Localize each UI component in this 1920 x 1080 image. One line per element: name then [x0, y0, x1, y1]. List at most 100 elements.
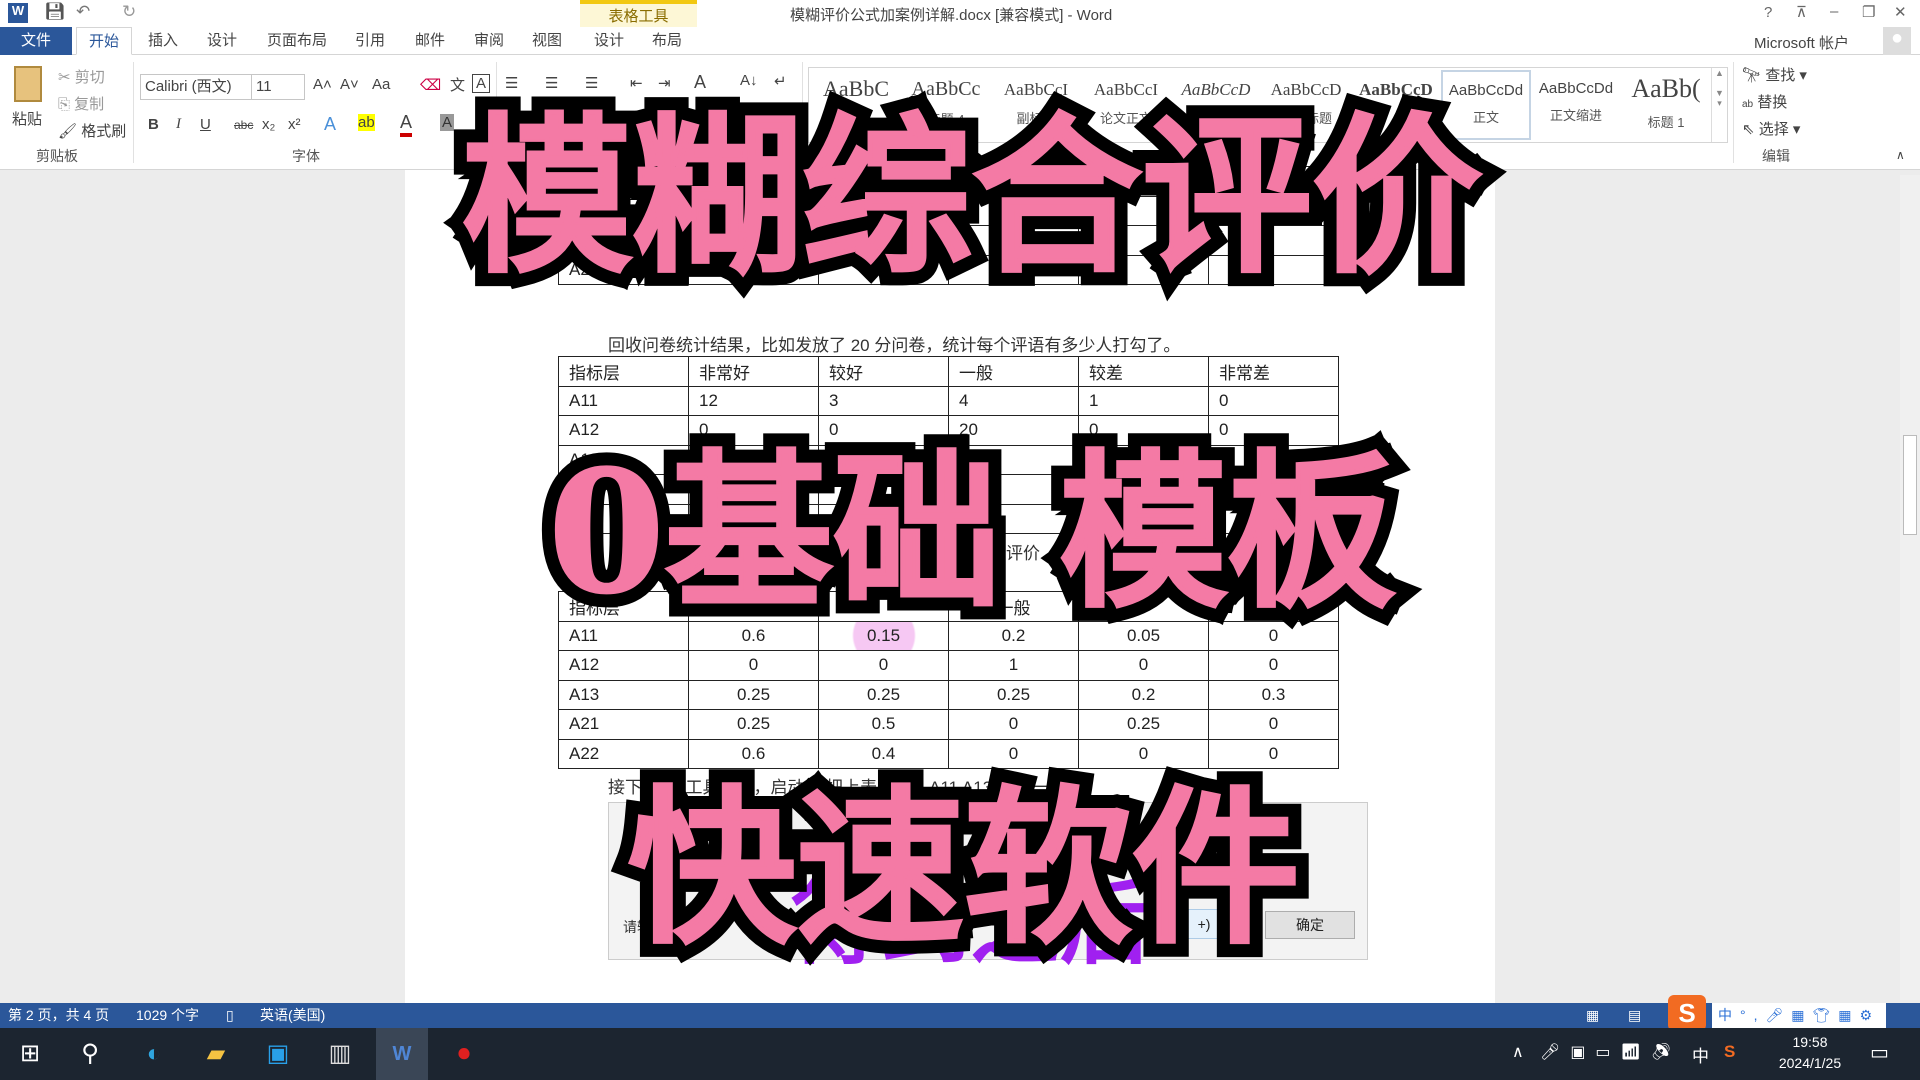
- table-cell[interactable]: 4: [948, 385, 1079, 416]
- font-name-select[interactable]: Calibri (西文): [140, 74, 252, 100]
- paste-icon[interactable]: [14, 66, 42, 102]
- table-cell[interactable]: 0.25: [818, 679, 949, 710]
- increase-indent-icon[interactable]: ⇥: [658, 74, 671, 92]
- table-cell[interactable]: 0: [1078, 650, 1209, 681]
- tray-icons[interactable]: 🎤︎▣▭📶︎🔊︎: [1540, 1042, 1681, 1062]
- vertical-scrollbar[interactable]: [1900, 175, 1920, 1000]
- table-cell[interactable]: 0.25: [688, 679, 819, 710]
- table-cell[interactable]: 1: [948, 650, 1079, 681]
- multilevel-list-icon[interactable]: ☰: [585, 74, 598, 92]
- maximize-button[interactable]: ❐: [1862, 3, 1875, 21]
- header-cell[interactable]: 一般: [948, 356, 1079, 387]
- copy-button[interactable]: ⎘ 复制: [58, 93, 104, 114]
- table-cell[interactable]: 0.6: [688, 738, 819, 769]
- paste-button[interactable]: 粘贴: [12, 108, 42, 129]
- table-cell[interactable]: 3: [818, 385, 949, 416]
- sort-icon[interactable]: A↓: [740, 72, 758, 89]
- window-app-icon[interactable]: ▥: [314, 1028, 366, 1080]
- gallery-scroll[interactable]: ▲ ▼ ▾: [1711, 68, 1727, 142]
- change-case-icon[interactable]: Aa: [372, 76, 390, 93]
- asian-layout-icon[interactable]: A: [694, 72, 706, 93]
- table-cell[interactable]: 0.4: [818, 738, 949, 769]
- tab-design[interactable]: 设计: [199, 27, 245, 55]
- header-cell[interactable]: 指标层: [558, 356, 689, 387]
- scrollbar-thumb[interactable]: [1903, 435, 1917, 535]
- clock-time[interactable]: 19:58: [1770, 1034, 1850, 1050]
- tab-table-design[interactable]: 设计: [586, 27, 632, 55]
- help-button[interactable]: ?: [1764, 4, 1772, 21]
- sogou-tray-icon[interactable]: S: [1724, 1042, 1735, 1062]
- table-cell[interactable]: A13: [558, 679, 689, 710]
- notification-icon[interactable]: ▭: [1870, 1040, 1889, 1065]
- table-cell[interactable]: 0: [688, 650, 819, 681]
- style-normal-indent[interactable]: AaBbCcDd 正文缩进: [1531, 70, 1621, 140]
- tab-view[interactable]: 视图: [524, 27, 570, 55]
- edge-icon[interactable]: ◐: [128, 1028, 180, 1080]
- strikethrough-button[interactable]: abc: [234, 118, 253, 132]
- search-icon[interactable]: ⚲: [64, 1028, 116, 1080]
- font-size-select[interactable]: 11: [251, 74, 305, 100]
- recorder-icon[interactable]: ⏺: [438, 1028, 490, 1080]
- save-icon[interactable]: 💾︎: [44, 2, 66, 22]
- style-heading-1[interactable]: AaBb(标题 1: [1621, 70, 1711, 140]
- ime-indicator[interactable]: 中: [1692, 1042, 1709, 1067]
- tab-mailings[interactable]: 邮件: [407, 27, 453, 55]
- table-cell[interactable]: 0: [1208, 385, 1339, 416]
- numbering-icon[interactable]: ☰: [545, 74, 558, 92]
- proofing-icon[interactable]: ▯: [226, 1003, 234, 1028]
- table-cell[interactable]: 0: [1208, 709, 1339, 740]
- language-indicator[interactable]: 英语(美国): [260, 1003, 325, 1028]
- redo-icon[interactable]: ↻: [122, 2, 136, 22]
- table-cell[interactable]: A11: [558, 385, 689, 416]
- table-cell[interactable]: A12: [558, 650, 689, 681]
- undo-icon[interactable]: ↶: [76, 2, 90, 22]
- tab-layout-page[interactable]: 页面布局: [262, 27, 332, 55]
- show-marks-icon[interactable]: ↵: [774, 72, 787, 90]
- tab-references[interactable]: 引用: [347, 27, 393, 55]
- table-cell[interactable]: 0: [818, 650, 949, 681]
- collapse-ribbon-icon[interactable]: ∧: [1896, 148, 1905, 162]
- replace-button[interactable]: ab 替换: [1742, 91, 1787, 112]
- avatar[interactable]: ●: [1883, 27, 1911, 55]
- print-layout-icon[interactable]: ▤: [1628, 1003, 1641, 1028]
- word-count[interactable]: 1029 个字: [136, 1003, 199, 1028]
- table-cell[interactable]: 12: [688, 385, 819, 416]
- header-cell[interactable]: 较好: [818, 356, 949, 387]
- account-menu[interactable]: Microsoft 帐户: [1754, 32, 1849, 53]
- table-cell[interactable]: 0.25: [948, 679, 1079, 710]
- table-cell[interactable]: 1: [1078, 385, 1209, 416]
- page-count[interactable]: 第 2 页，共 4 页: [8, 1003, 109, 1028]
- table-cell[interactable]: 0: [948, 738, 1079, 769]
- clock-date[interactable]: 2024/1/25: [1764, 1055, 1856, 1071]
- ime-toolbar[interactable]: 中°,🎤︎▦👕︎▦⚙︎: [1712, 1003, 1887, 1028]
- tray-overflow-icon[interactable]: ∧: [1512, 1042, 1524, 1062]
- table-cell[interactable]: 0: [1078, 738, 1209, 769]
- sogou-ime-icon[interactable]: S: [1668, 995, 1706, 1031]
- file-explorer-icon[interactable]: ▰: [190, 1028, 242, 1080]
- select-button[interactable]: ⇖ 选择 ▾: [1742, 118, 1800, 139]
- tab-insert[interactable]: 插入: [140, 27, 186, 55]
- read-mode-icon[interactable]: ▦: [1586, 1003, 1599, 1028]
- phonetic-guide-icon[interactable]: 文: [450, 74, 465, 95]
- shrink-font-icon[interactable]: A˅: [340, 76, 359, 93]
- header-cell[interactable]: 较差: [1078, 356, 1209, 387]
- table-cell[interactable]: 0.2: [1078, 679, 1209, 710]
- highlight-icon[interactable]: ab: [358, 114, 375, 131]
- minimize-button[interactable]: –: [1830, 3, 1838, 20]
- grow-font-icon[interactable]: A˄: [313, 76, 332, 93]
- table-cell[interactable]: 0: [1208, 650, 1339, 681]
- format-painter-button[interactable]: 🖌︎ 格式刷: [58, 120, 126, 141]
- close-button[interactable]: ✕: [1894, 3, 1907, 21]
- paragraph-1[interactable]: 回收问卷统计结果，比如发放了 20 分问卷，统计每个评语有多少人打勾了。: [608, 331, 1180, 356]
- decrease-indent-icon[interactable]: ⇤: [630, 74, 643, 92]
- header-cell[interactable]: 非常好: [688, 356, 819, 387]
- char-shading-icon[interactable]: A: [440, 114, 455, 131]
- start-icon[interactable]: ⊞: [4, 1028, 56, 1080]
- table-cell[interactable]: A21: [558, 709, 689, 740]
- table-cell[interactable]: A22: [558, 738, 689, 769]
- superscript-button[interactable]: x²: [288, 116, 301, 133]
- italic-button[interactable]: I: [176, 116, 181, 133]
- word-taskbar-icon[interactable]: W: [376, 1028, 428, 1080]
- table-cell[interactable]: 0: [948, 709, 1079, 740]
- clear-format-icon[interactable]: ⌫: [420, 76, 441, 94]
